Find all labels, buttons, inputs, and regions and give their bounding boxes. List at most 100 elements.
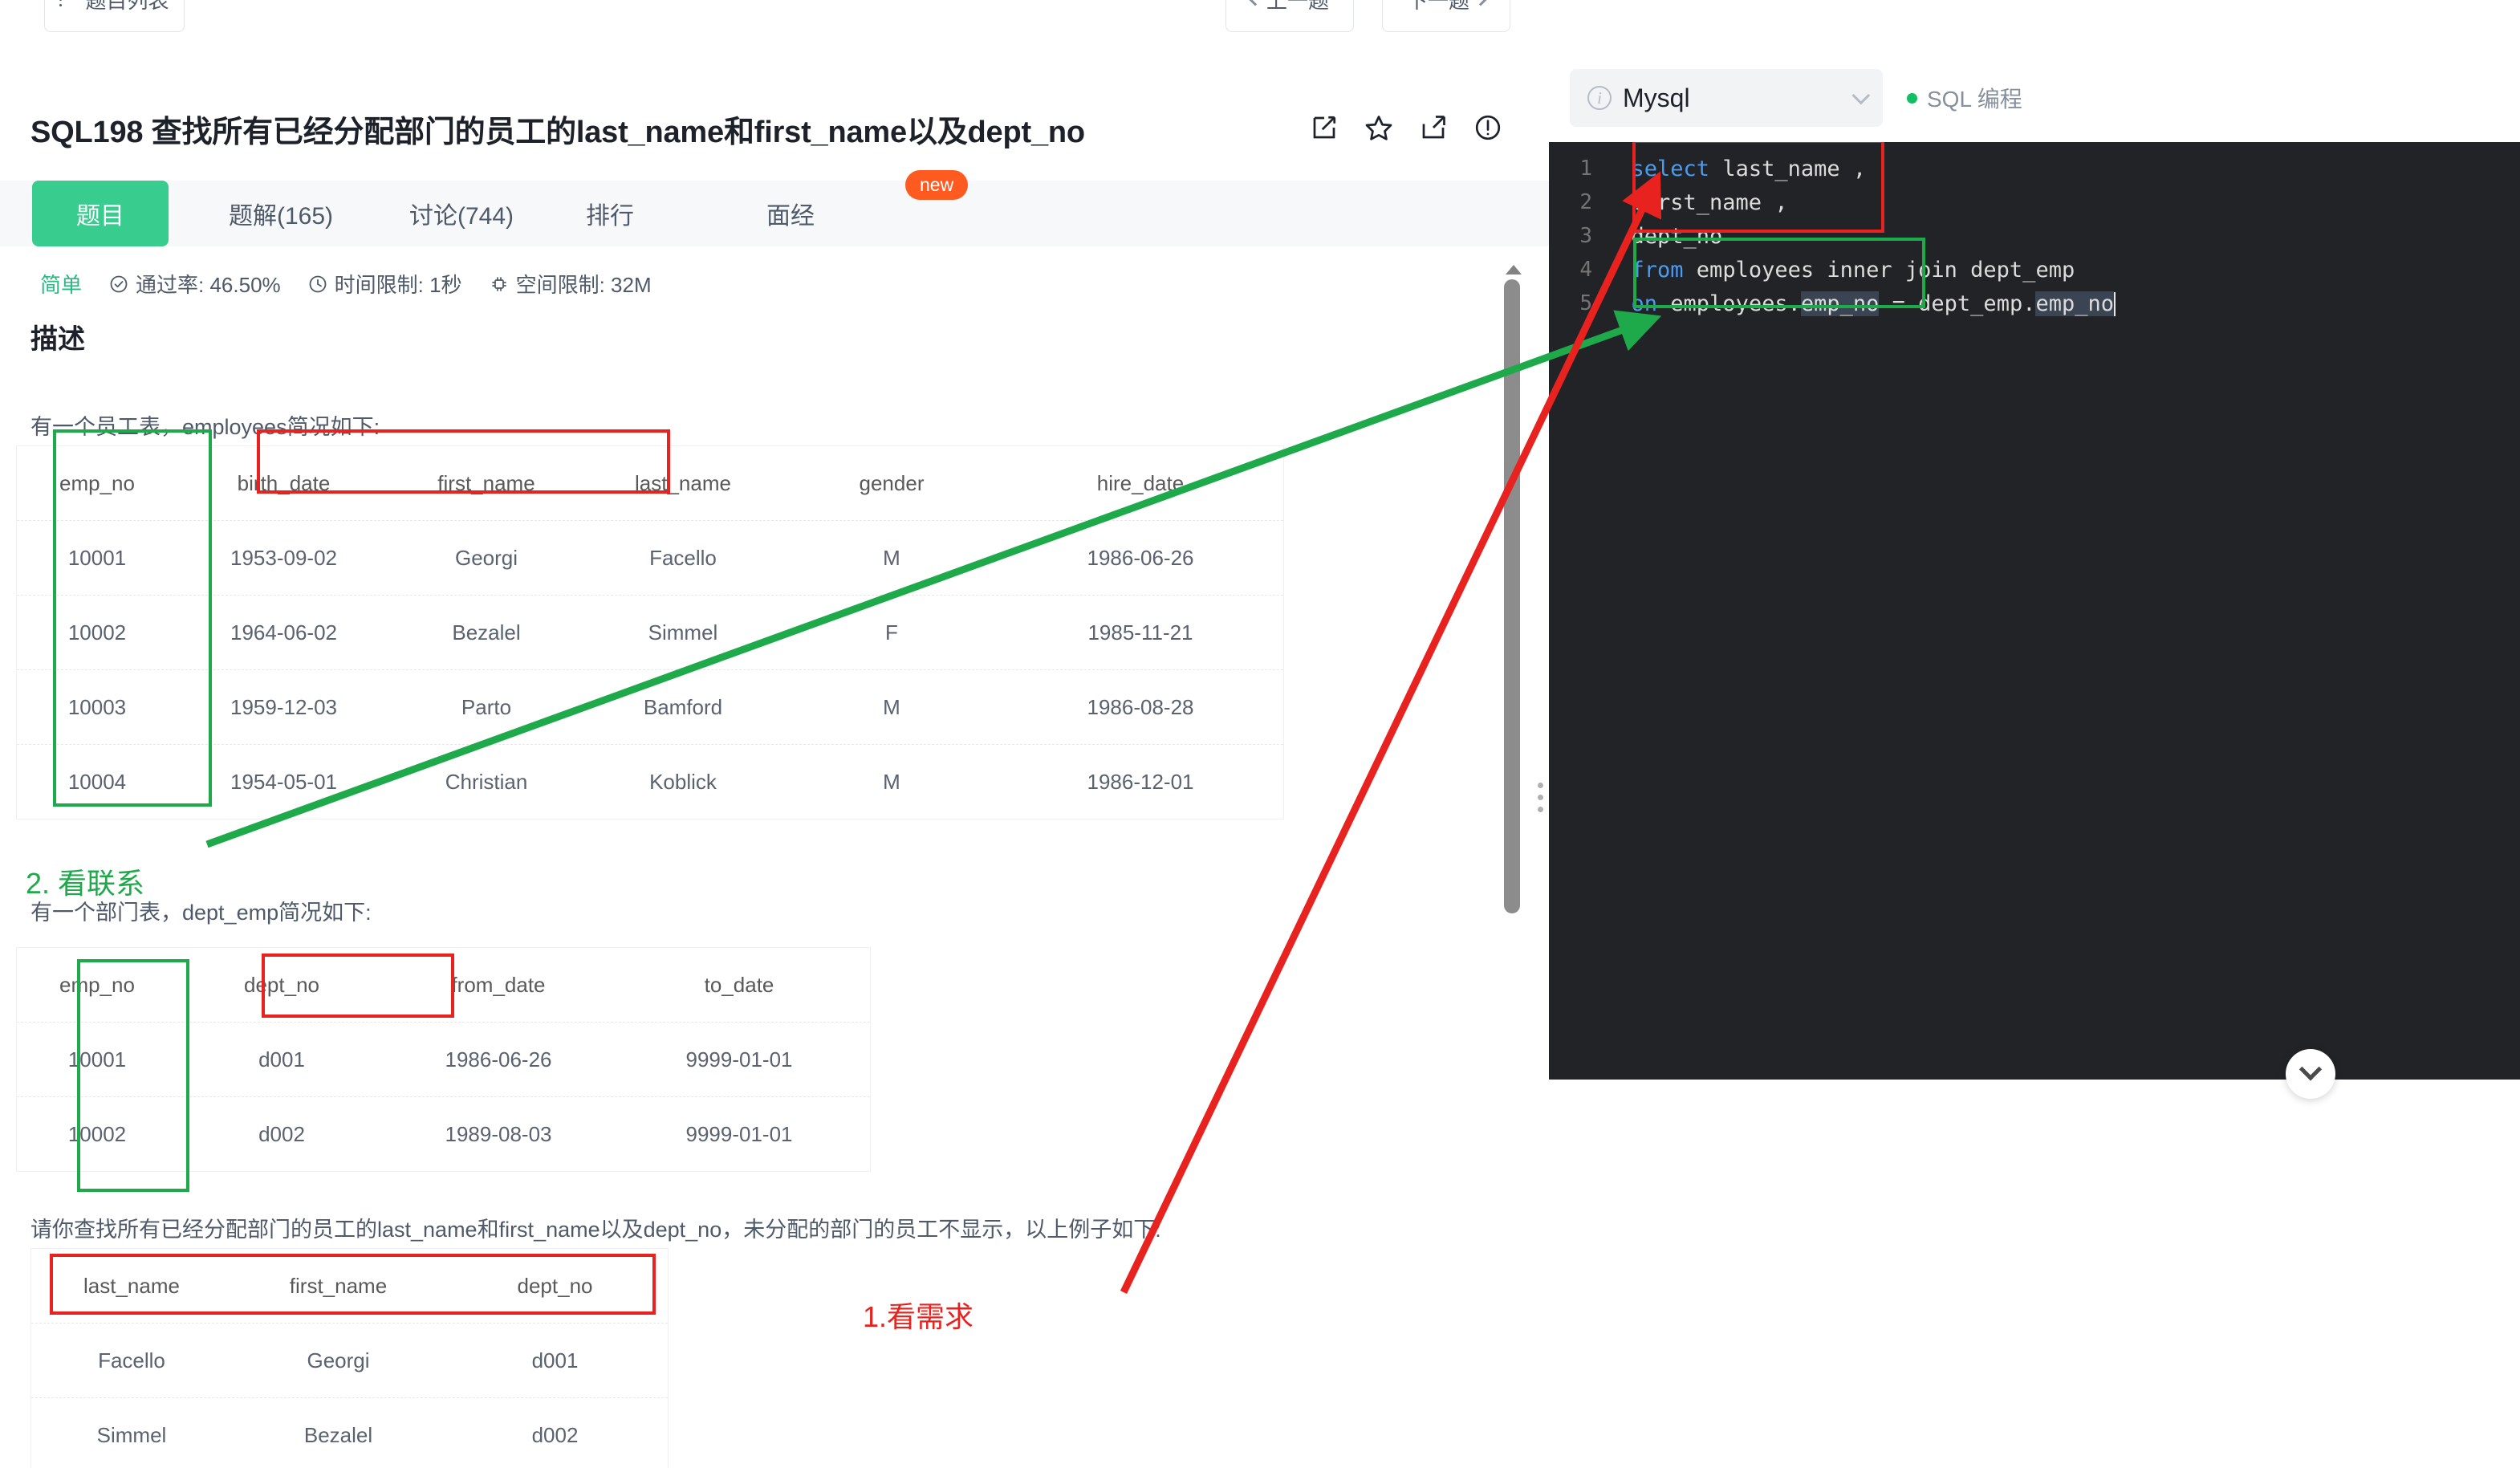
report-icon[interactable] — [1473, 113, 1502, 142]
prev-problem-label: 上一题 — [1266, 0, 1329, 13]
check-circle-icon — [109, 274, 128, 294]
chip-icon — [490, 274, 509, 294]
pass-rate-item: 通过率: 46.50% — [109, 269, 281, 299]
next-problem-button[interactable]: 下一题 — [1382, 0, 1510, 32]
code-body[interactable]: 1 select last_name , 2 first_name , 3 de… — [1549, 142, 2520, 320]
table-cell: 1986-06-26 — [1087, 545, 1194, 570]
table-cell: 9999-01-01 — [685, 1047, 793, 1072]
table-header-cell: birth_date — [237, 470, 331, 495]
annotation-label-1: 1.看需求 — [863, 1300, 974, 1333]
employees-intro-text: 有一个员工表，employees简况如下: — [30, 415, 380, 439]
next-problem-label: 下一题 — [1406, 0, 1469, 13]
table-cell: Bamford — [643, 694, 723, 719]
tab-problem[interactable]: 题目 — [32, 181, 169, 246]
code-panel: i Mysql SQL 编程 1 select last_name , 2 fi… — [1549, 0, 2520, 1468]
chevron-down-icon — [2298, 1058, 2323, 1081]
tab-solutions[interactable]: 题解(165) — [201, 181, 361, 246]
time-limit-label: 时间限制: 1秒 — [334, 273, 462, 297]
table-row: 10002 1964-06-02 Bezalel Simmel F 1985-11-21 — [17, 595, 1283, 669]
app-root: 题目列表 上一题 下一题 SQL198 查找所有已经分配部门的员工的last_n… — [0, 0, 2520, 1468]
pass-rate-label: 通过率: 46.50% — [136, 273, 281, 297]
code-text: first_name , — [1605, 189, 1788, 215]
table-header-cell: dept_no — [517, 1273, 593, 1298]
tab-ranking[interactable]: 排行 — [562, 181, 658, 246]
content-scrollbar[interactable] — [1502, 265, 1523, 931]
problem-meta: 简单 通过率: 46.50% 时间限制: 1秒 空间限制: 32M — [40, 269, 652, 299]
table-cell: M — [883, 694, 900, 719]
table-cell: 1986-12-01 — [1087, 769, 1194, 794]
line-number: 1 — [1579, 157, 1592, 181]
code-text: dept_no — [1605, 223, 1723, 249]
tab-ranking-label: 排行 — [586, 203, 634, 230]
info-icon: i — [1587, 86, 1612, 110]
table-cell: Facello — [649, 545, 717, 570]
code-editor[interactable]: 1 select last_name , 2 first_name , 3 de… — [1549, 142, 2520, 1080]
table-header-cell: to_date — [704, 972, 774, 997]
table-cell: M — [883, 545, 900, 570]
title-action-icons — [1310, 113, 1502, 142]
code-text: on employees.emp_no = dept_emp.emp_no — [1631, 291, 2116, 316]
clock-icon — [308, 274, 327, 294]
tab-discussion[interactable]: 讨论(744) — [381, 181, 542, 246]
scroll-up-arrow-icon[interactable] — [1506, 265, 1522, 274]
prev-problem-button[interactable]: 上一题 — [1225, 0, 1354, 32]
table-row: 10003 1959-12-03 Parto Bamford M 1986-08-28 — [17, 669, 1283, 744]
tab-interview[interactable]: 面经 — [742, 181, 839, 246]
table-cell: 10002 — [67, 620, 127, 645]
table-header-cell: first_name — [289, 1273, 388, 1298]
panel-resize-grip[interactable] — [1538, 783, 1543, 819]
star-icon[interactable] — [1364, 113, 1393, 142]
edit-icon[interactable] — [1310, 113, 1339, 142]
table-cell: 10004 — [67, 769, 127, 794]
table-header-cell: hire_date — [1096, 470, 1185, 495]
table-cell: 1954-05-01 — [230, 769, 337, 794]
table-cell: Bezalel — [303, 1422, 373, 1447]
table-header-cell: emp_no — [59, 972, 135, 997]
problem-title-row: SQL198 查找所有已经分配部门的员工的last_name和first_nam… — [0, 100, 1549, 157]
problem-panel: SQL198 查找所有已经分配部门的员工的last_name和first_nam… — [0, 32, 1549, 1468]
table-header-row: emp_no dept_no from_date to_date — [17, 948, 870, 1022]
table-cell: 1959-12-03 — [230, 694, 337, 719]
table-header-cell: last_name — [635, 470, 731, 495]
code-line: 5 on employees.emp_no = dept_emp.emp_no — [1549, 287, 2520, 320]
table-cell: 10001 — [67, 545, 127, 570]
problem-tabs: 题目 题解(165) 讨论(744) 排行 面经 — [0, 181, 1549, 246]
line-number: 2 — [1579, 190, 1592, 214]
sql-mode-indicator: SQL 编程 — [1907, 82, 2022, 114]
code-line: 1 select last_name , — [1549, 152, 2520, 185]
table-cell: Georgi — [307, 1348, 370, 1372]
code-line: 4 from employees inner join dept_emp — [1549, 253, 2520, 287]
table-cell: F — [885, 620, 898, 645]
table-row: 10001 1953-09-02 Georgi Facello M 1986-06-26 — [17, 520, 1283, 595]
table-header-cell: first_name — [437, 470, 535, 495]
table-cell: 9999-01-01 — [685, 1121, 793, 1146]
sql-mode-label: SQL 编程 — [1927, 87, 2022, 112]
table-cell: Parto — [461, 694, 512, 719]
expected-result-table: last_name first_name dept_no Facello Georgi d… — [30, 1248, 669, 1468]
table-row: Simmel Bezalel d002 — [31, 1397, 668, 1468]
collapse-editor-button[interactable] — [2286, 1049, 2335, 1099]
table-header-cell: gender — [859, 470, 925, 495]
table-cell: d002 — [531, 1422, 579, 1447]
code-text: from employees inner join dept_emp — [1631, 257, 2075, 283]
annotation-label-2: 2. 看联系 — [26, 867, 145, 900]
scroll-thumb[interactable] — [1504, 279, 1520, 913]
table-cell: 10002 — [67, 1121, 127, 1146]
share-icon[interactable] — [1419, 113, 1448, 142]
table-cell: 1986-08-28 — [1087, 694, 1194, 719]
tab-discussion-label: 讨论(744) — [408, 203, 514, 230]
table-row: 10002 d002 1989-08-03 9999-01-01 — [17, 1096, 870, 1171]
table-header-cell: dept_no — [244, 972, 319, 997]
top-bar: 题目列表 上一题 下一题 — [0, 0, 1549, 32]
time-limit-item: 时间限制: 1秒 — [308, 269, 462, 299]
problem-list-button[interactable]: 题目列表 — [44, 0, 185, 32]
language-select[interactable]: i Mysql — [1570, 69, 1883, 127]
table-cell: 10003 — [67, 694, 127, 719]
table-header-row: last_name first_name dept_no — [31, 1249, 668, 1323]
table-header-cell: from_date — [451, 972, 546, 997]
table-cell: M — [883, 769, 900, 794]
table-row: 10001 d001 1986-06-26 9999-01-01 — [17, 1022, 870, 1096]
table-header-row: emp_no birth_date first_name last_name gende… — [17, 446, 1283, 520]
table-cell: 1986-06-26 — [445, 1047, 552, 1072]
language-label: Mysql — [1623, 83, 1690, 112]
